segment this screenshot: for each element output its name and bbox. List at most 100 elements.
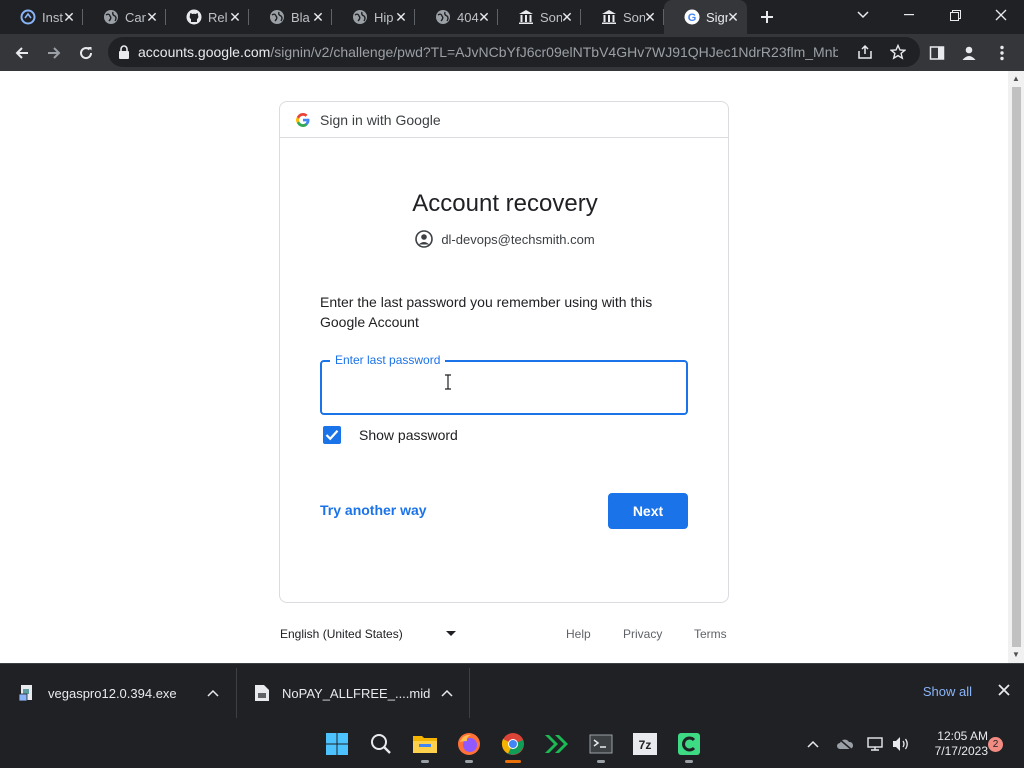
password-field-label: Enter last password bbox=[330, 353, 446, 367]
tab-hip[interactable]: Hip ✕ bbox=[332, 0, 415, 34]
account-circle-icon bbox=[415, 230, 434, 248]
address-bar[interactable]: accounts.google.com/signin/v2/challenge/… bbox=[108, 37, 920, 67]
globe-icon bbox=[435, 9, 451, 25]
tab-car[interactable]: Car ✕ bbox=[83, 0, 166, 34]
next-button[interactable]: Next bbox=[608, 493, 688, 529]
show-password-checkbox[interactable] bbox=[323, 426, 341, 444]
terminal-button[interactable] bbox=[588, 731, 614, 763]
7zip-button[interactable]: 7z bbox=[632, 731, 658, 757]
active-indicator bbox=[505, 760, 521, 763]
terms-link[interactable]: Terms bbox=[694, 627, 727, 641]
reload-button[interactable] bbox=[70, 37, 102, 69]
tab-search-button[interactable] bbox=[840, 0, 886, 30]
start-button[interactable] bbox=[324, 731, 350, 757]
scroll-down-icon[interactable]: ▼ bbox=[1011, 650, 1021, 660]
close-download-bar-button[interactable] bbox=[996, 684, 1012, 700]
clock-time: 12:05 AM bbox=[937, 729, 988, 743]
back-button[interactable] bbox=[6, 37, 38, 69]
page-title: Account recovery bbox=[412, 190, 598, 217]
chevron-up-icon bbox=[807, 740, 819, 748]
show-password-row[interactable]: Show password bbox=[323, 426, 458, 444]
show-all-button[interactable]: Show all bbox=[923, 684, 972, 699]
chrome-icon bbox=[501, 733, 524, 755]
tab-sign-active[interactable]: G Sign ✕ bbox=[664, 0, 747, 34]
tray-overflow-button[interactable] bbox=[804, 735, 822, 753]
tab-strip: Inst ✕ Car ✕ Rel ✕ Bla ✕ Hip ✕ 404 ✕ Son… bbox=[0, 0, 1024, 34]
window-close-button[interactable] bbox=[978, 0, 1024, 30]
close-icon[interactable]: ✕ bbox=[144, 9, 160, 25]
onedrive-button[interactable] bbox=[836, 735, 854, 753]
language-select[interactable]: English (United States) bbox=[280, 627, 403, 641]
clock-date: 7/17/2023 bbox=[934, 744, 988, 758]
try-another-way-button[interactable]: Try another way bbox=[320, 502, 427, 518]
account-chip[interactable]: dl-devops@techsmith.com bbox=[280, 230, 730, 248]
chrome-button[interactable] bbox=[500, 731, 526, 763]
windows-logo-icon bbox=[326, 733, 348, 755]
instruction-text: Enter the last password you remember usi… bbox=[320, 294, 653, 330]
tab-son-1[interactable]: Son ✕ bbox=[498, 0, 581, 34]
download-separator bbox=[236, 668, 237, 718]
close-icon[interactable]: ✕ bbox=[61, 9, 77, 25]
chevron-up-icon[interactable] bbox=[440, 686, 454, 700]
close-icon[interactable]: ✕ bbox=[642, 9, 658, 25]
network-button[interactable] bbox=[866, 735, 884, 753]
caret-down-icon[interactable] bbox=[446, 631, 456, 636]
page-scrollbar[interactable]: ▲ ▼ bbox=[1008, 71, 1024, 663]
new-tab-button[interactable] bbox=[747, 0, 787, 34]
chevron-up-icon[interactable] bbox=[206, 686, 220, 700]
plus-icon bbox=[761, 11, 773, 23]
close-icon bbox=[998, 684, 1010, 696]
bookmark-button[interactable] bbox=[890, 44, 906, 60]
tab-404[interactable]: 404 ✕ bbox=[415, 0, 498, 34]
card-header: Sign in with Google bbox=[280, 102, 728, 138]
camtasia-button[interactable] bbox=[676, 731, 702, 763]
taskbar-search-button[interactable] bbox=[368, 731, 394, 757]
download-item[interactable]: vegaspro12.0.394.exe bbox=[18, 664, 236, 722]
share-button[interactable] bbox=[857, 44, 873, 60]
close-icon[interactable]: ✕ bbox=[559, 9, 575, 25]
tab-bla[interactable]: Bla ✕ bbox=[249, 0, 332, 34]
side-panel-icon bbox=[929, 45, 945, 60]
minimize-button[interactable] bbox=[886, 0, 932, 30]
notification-badge[interactable]: 2 bbox=[988, 737, 1003, 752]
double-chevron-icon bbox=[545, 735, 568, 753]
show-password-label[interactable]: Show password bbox=[359, 427, 458, 443]
forward-button[interactable] bbox=[38, 37, 70, 69]
privacy-link[interactable]: Privacy bbox=[623, 627, 662, 641]
installer-file-icon bbox=[18, 685, 32, 702]
folder-icon bbox=[413, 736, 437, 753]
taskbar-clock[interactable]: 12:05 AM 7/17/2023 bbox=[918, 729, 988, 759]
close-icon[interactable]: ✕ bbox=[476, 9, 492, 25]
volume-button[interactable] bbox=[892, 735, 910, 753]
side-panel-button[interactable] bbox=[921, 37, 953, 69]
download-item[interactable]: NoPAY_ALLFREE_....mid bbox=[254, 664, 468, 722]
media-app-button[interactable] bbox=[544, 731, 570, 757]
restore-button[interactable] bbox=[932, 0, 978, 30]
search-icon bbox=[371, 734, 391, 754]
file-explorer-button[interactable] bbox=[412, 731, 438, 763]
scroll-up-icon[interactable]: ▲ bbox=[1011, 74, 1021, 84]
close-icon[interactable]: ✕ bbox=[725, 9, 741, 25]
help-link[interactable]: Help bbox=[566, 627, 591, 641]
firefox-button[interactable] bbox=[456, 731, 482, 763]
edge-circle-icon bbox=[20, 9, 36, 25]
running-indicator bbox=[465, 760, 473, 763]
download-filename: vegaspro12.0.394.exe bbox=[48, 685, 177, 701]
download-separator bbox=[469, 668, 470, 718]
tab-son-2[interactable]: Son ✕ bbox=[581, 0, 664, 34]
tab-rel[interactable]: Rel ✕ bbox=[166, 0, 249, 34]
scroll-thumb[interactable] bbox=[1012, 87, 1021, 647]
url-path: /signin/v2/challenge/pwd?TL=AJvNCbYfJ6cr… bbox=[270, 44, 838, 60]
close-icon[interactable]: ✕ bbox=[393, 9, 409, 25]
close-icon[interactable]: ✕ bbox=[227, 9, 243, 25]
profile-button[interactable] bbox=[953, 37, 985, 69]
chevron-down-icon bbox=[857, 11, 869, 19]
museum-icon bbox=[601, 9, 617, 25]
password-input[interactable] bbox=[334, 374, 674, 400]
account-email: dl-devops@techsmith.com bbox=[441, 231, 595, 247]
menu-button[interactable] bbox=[986, 37, 1018, 69]
close-icon[interactable]: ✕ bbox=[310, 9, 326, 25]
password-field[interactable]: Enter last password bbox=[320, 353, 688, 415]
tab-inst[interactable]: Inst ✕ bbox=[0, 0, 83, 34]
taskbar: 7z 12:05 AM 7/17/2023 2 bbox=[0, 721, 1024, 768]
